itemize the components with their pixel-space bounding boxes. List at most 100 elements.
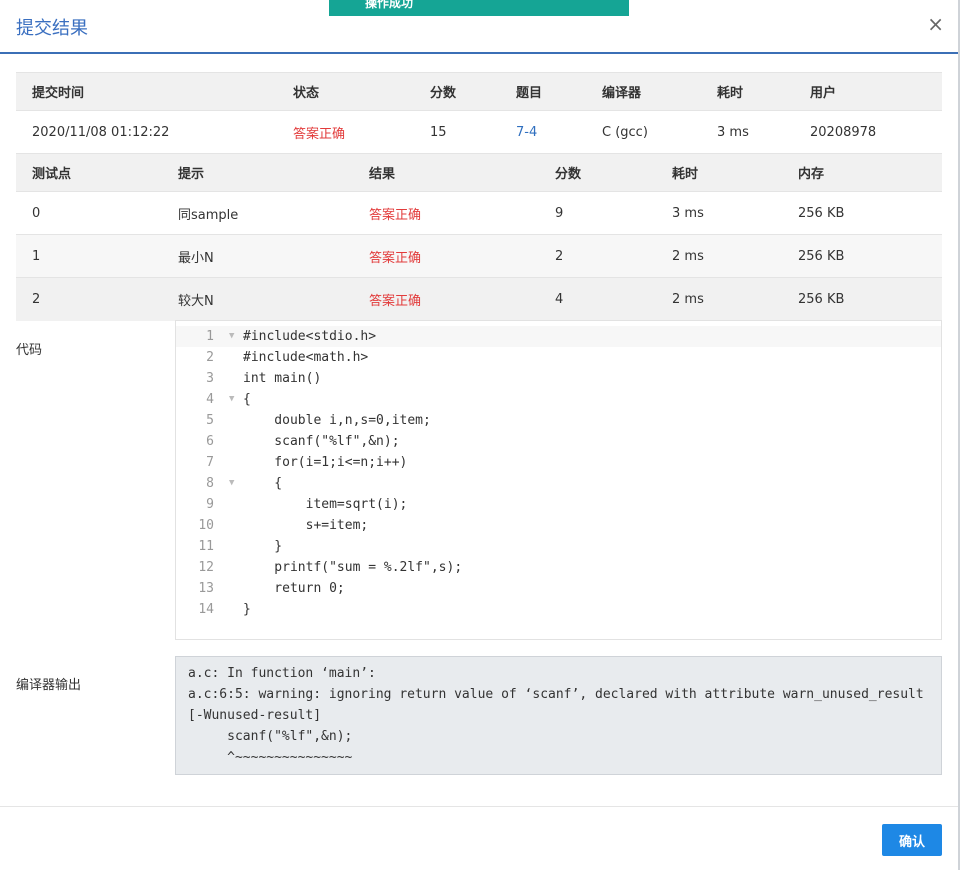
col-score: 分数 xyxy=(414,72,500,111)
code-line: 12 printf("sum = %.2lf",s); xyxy=(176,557,941,578)
score-value: 15 xyxy=(414,110,500,154)
line-number: 6 xyxy=(206,434,214,449)
table-row: 0 同sample 答案正确 9 3 ms 256 KB xyxy=(16,191,942,235)
submit-time: 2020/11/08 01:12:22 xyxy=(16,110,277,154)
code-text: scanf("%lf",&n); xyxy=(243,434,400,449)
testcase-result: 答案正确 xyxy=(353,191,539,235)
fold-arrow-icon[interactable]: ▼ xyxy=(229,473,234,494)
line-number: 7 xyxy=(206,455,214,470)
code-label: 代码 xyxy=(16,343,43,358)
testcase-score: 4 xyxy=(539,277,656,321)
col-duration: 耗时 xyxy=(701,72,794,111)
compiler-output-label: 编译器输出 xyxy=(16,678,82,693)
col-tc-time: 耗时 xyxy=(656,153,782,192)
code-line: 5 double i,n,s=0,item; xyxy=(176,410,941,431)
code-text: #include<stdio.h> xyxy=(243,329,377,344)
code-line: 13 return 0; xyxy=(176,578,941,599)
confirm-button[interactable]: 确认 xyxy=(882,824,942,856)
close-icon[interactable]: × xyxy=(927,13,944,35)
code-text: { xyxy=(243,476,283,491)
problem-link[interactable]: 7-4 xyxy=(500,110,586,154)
col-memory: 内存 xyxy=(782,153,942,192)
testcase-time: 2 ms xyxy=(656,277,782,321)
testcase-score: 2 xyxy=(539,234,656,278)
code-text: s+=item; xyxy=(243,518,369,533)
testcase-memory: 256 KB xyxy=(782,191,942,235)
dialog-title: 提交结果 xyxy=(16,18,88,39)
code-line: 2 #include<math.h> xyxy=(176,347,941,368)
code-line: 6 scanf("%lf",&n); xyxy=(176,431,941,452)
table-row: 2 较大N 答案正确 4 2 ms 256 KB xyxy=(16,277,942,321)
line-number: 9 xyxy=(206,497,214,512)
testcase-id: 1 xyxy=(16,234,162,278)
line-number: 14 xyxy=(198,602,214,617)
code-line: 3 int main() xyxy=(176,368,941,389)
code-editor[interactable]: 1 ▼ #include<stdio.h> 2 #include<math.h> 3 int… xyxy=(175,320,942,640)
testcase-header-row: 测试点 提示 结果 分数 耗时 内存 xyxy=(16,153,942,192)
summary-header-row: 提交时间 状态 分数 题目 编译器 耗时 用户 xyxy=(16,72,942,111)
duration-value: 3 ms xyxy=(701,110,794,154)
table-row: 1 最小N 答案正确 2 2 ms 256 KB xyxy=(16,234,942,278)
code-text: return 0; xyxy=(243,581,345,596)
col-problem: 题目 xyxy=(500,72,586,111)
col-submit-time: 提交时间 xyxy=(16,72,277,111)
line-number: 10 xyxy=(198,518,214,533)
testcase-result: 答案正确 xyxy=(353,277,539,321)
code-line: 7 for(i=1;i<=n;i++) xyxy=(176,452,941,473)
testcase-id: 0 xyxy=(16,191,162,235)
code-line: 10 s+=item; xyxy=(176,515,941,536)
code-text: double i,n,s=0,item; xyxy=(243,413,431,428)
status-text: 答案正确 xyxy=(277,110,414,154)
fold-arrow-icon[interactable]: ▼ xyxy=(229,326,234,347)
toast-message: 操作成功 xyxy=(329,0,629,16)
testcase-result: 答案正确 xyxy=(353,234,539,278)
col-hint: 提示 xyxy=(162,153,353,192)
code-line: 11 } xyxy=(176,536,941,557)
line-number: 2 xyxy=(206,350,214,365)
col-status: 状态 xyxy=(277,72,414,111)
testcase-score: 9 xyxy=(539,191,656,235)
line-number: 13 xyxy=(198,581,214,596)
code-line: 1 ▼ #include<stdio.h> xyxy=(176,326,941,347)
code-text: printf("sum = %.2lf",s); xyxy=(243,560,463,575)
testcase-memory: 256 KB xyxy=(782,234,942,278)
code-line: 4 ▼ { xyxy=(176,389,941,410)
compiler-value: C (gcc) xyxy=(586,110,701,154)
line-number: 5 xyxy=(206,413,214,428)
line-number: 8 xyxy=(206,476,214,491)
summary-row: 2020/11/08 01:12:22 答案正确 15 7-4 C (gcc) … xyxy=(16,110,942,154)
line-number: 11 xyxy=(198,539,214,554)
code-text: int main() xyxy=(243,371,322,386)
code-text: for(i=1;i<=n;i++) xyxy=(243,455,408,470)
testcase-time: 2 ms xyxy=(656,234,782,278)
code-line: 14} xyxy=(176,599,941,620)
testcase-hint: 较大N xyxy=(162,277,353,321)
code-line: 8 ▼ { xyxy=(176,473,941,494)
code-line: 9 item=sqrt(i); xyxy=(176,494,941,515)
line-number: 1 xyxy=(206,329,214,344)
line-number: 4 xyxy=(206,392,214,407)
col-result: 结果 xyxy=(353,153,539,192)
line-number: 3 xyxy=(206,371,214,386)
testcase-time: 3 ms xyxy=(656,191,782,235)
summary-table: 提交时间 状态 分数 题目 编译器 耗时 用户 2020/11/08 01:12… xyxy=(16,72,942,154)
code-text: { xyxy=(243,392,251,407)
testcase-hint: 最小N xyxy=(162,234,353,278)
col-user: 用户 xyxy=(794,72,942,111)
testcase-hint: 同sample xyxy=(162,191,353,235)
col-compiler: 编译器 xyxy=(586,72,701,111)
code-text: } xyxy=(243,539,283,554)
col-tc-score: 分数 xyxy=(539,153,656,192)
compiler-output[interactable]: a.c: In function ‘main’: a.c:6:5: warnin… xyxy=(175,656,942,775)
user-value: 20208978 xyxy=(794,110,942,154)
code-text: #include<math.h> xyxy=(243,350,369,365)
code-text: } xyxy=(243,602,251,617)
col-testcase: 测试点 xyxy=(16,153,162,192)
testcase-table: 测试点 提示 结果 分数 耗时 内存 0 同sample 答案正确 9 3 ms… xyxy=(16,153,942,321)
testcase-id: 2 xyxy=(16,277,162,321)
code-text: item=sqrt(i); xyxy=(243,497,408,512)
line-number: 12 xyxy=(198,560,214,575)
footer-divider xyxy=(0,806,958,807)
fold-arrow-icon[interactable]: ▼ xyxy=(229,389,234,410)
testcase-memory: 256 KB xyxy=(782,277,942,321)
